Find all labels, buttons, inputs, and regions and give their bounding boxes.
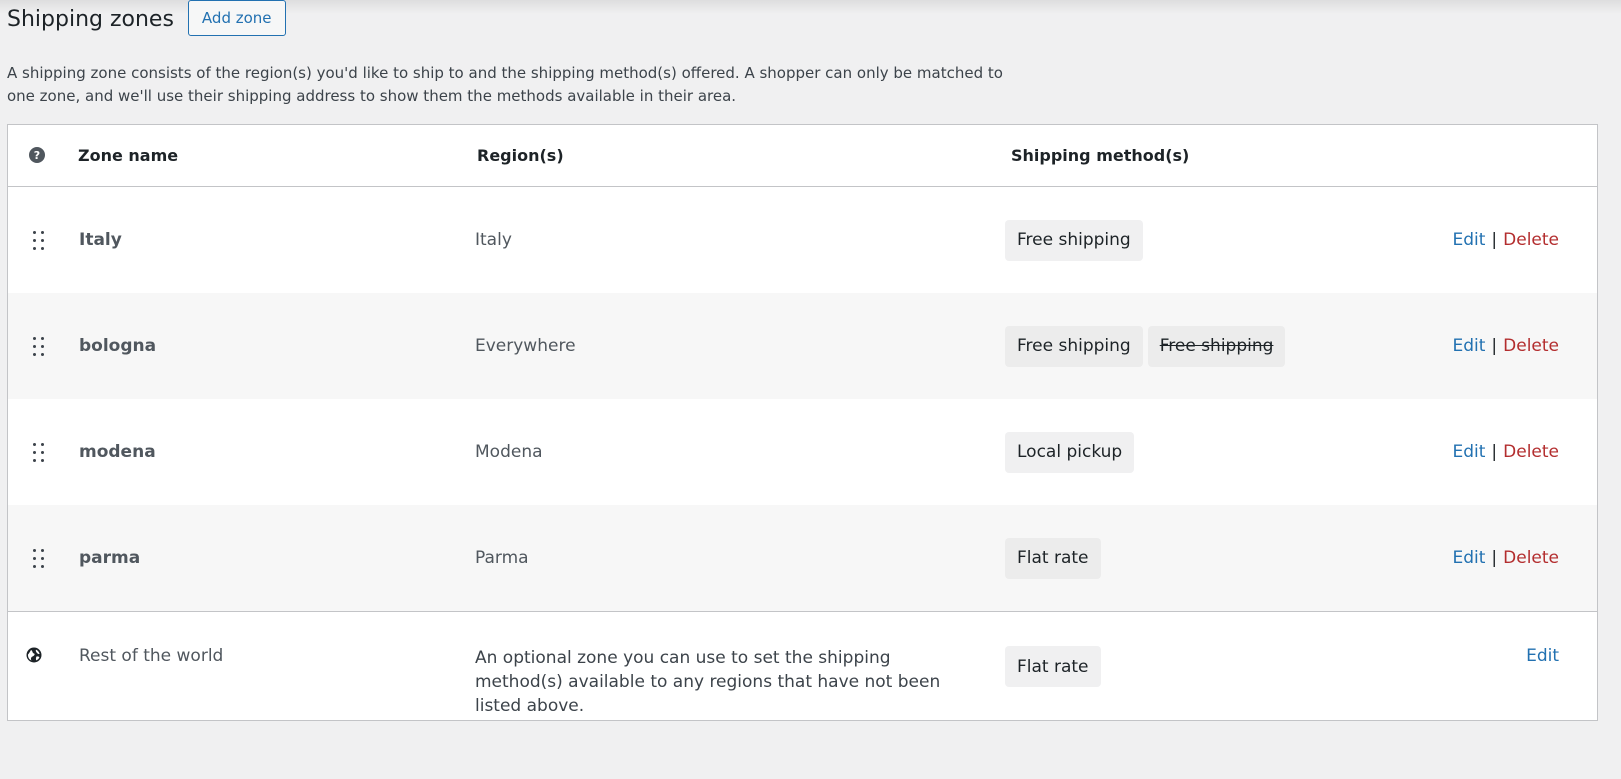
zone-shipping-methods: Local pickup — [1005, 399, 1135, 505]
delete-zone-link[interactable]: Delete — [1503, 230, 1559, 250]
zone-shipping-methods: Free shipping — [1005, 187, 1143, 293]
drag-handle-icon[interactable] — [33, 293, 44, 399]
edit-zone-link[interactable]: Edit — [1452, 442, 1485, 462]
zone-row-parma: parma Parma Flat rate Edit | Delete — [8, 505, 1597, 611]
column-header-zone-name: Zone name — [78, 146, 179, 165]
action-separator: | — [1491, 336, 1498, 356]
action-separator: | — [1491, 548, 1498, 568]
rest-of-world-actions: Edit — [1526, 646, 1559, 666]
rest-of-world-description: An optional zone you can use to set the … — [475, 648, 941, 716]
zone-actions: Edit | Delete — [1452, 187, 1559, 293]
drag-handle-icon[interactable] — [33, 187, 44, 293]
rest-of-world-edit-link[interactable]: Edit — [1526, 646, 1559, 666]
zone-actions: Edit | Delete — [1452, 293, 1559, 399]
page-header: Shipping zones Add zone — [7, 0, 286, 40]
shipping-method-pill: Free shipping — [1005, 325, 1143, 367]
table-header: ? Zone name Region(s) Shipping method(s) — [8, 125, 1597, 187]
zone-region: Everywhere — [475, 336, 576, 356]
help-icon[interactable]: ? — [29, 147, 45, 163]
rest-of-world-name: Rest of the world — [79, 646, 224, 666]
page-description: A shipping zone consists of the region(s… — [7, 64, 1003, 105]
zone-name: bologna — [79, 336, 157, 356]
delete-zone-link[interactable]: Delete — [1503, 442, 1559, 462]
rest-of-world-row: Rest of the world An optional zone you c… — [8, 611, 1597, 720]
edit-zone-link[interactable]: Edit — [1452, 336, 1485, 356]
page-title: Shipping zones — [7, 7, 174, 32]
action-separator: | — [1491, 230, 1498, 250]
globe-icon — [26, 647, 42, 663]
zone-actions: Edit | Delete — [1452, 399, 1559, 505]
edit-zone-link[interactable]: Edit — [1452, 548, 1485, 568]
column-header-shipping-methods: Shipping method(s) — [1011, 146, 1190, 165]
shipping-method-pill: Free shipping — [1005, 219, 1143, 261]
edit-zone-link[interactable]: Edit — [1452, 230, 1485, 250]
shipping-zones-table: ? Zone name Region(s) Shipping method(s)… — [7, 124, 1598, 721]
zone-actions: Edit | Delete — [1452, 505, 1559, 611]
zone-name: modena — [79, 442, 156, 462]
delete-zone-link[interactable]: Delete — [1503, 336, 1559, 356]
shipping-method-pill: Flat rate — [1005, 646, 1101, 687]
zone-row-italy: Italy Italy Free shipping Edit | Delete — [8, 187, 1597, 293]
delete-zone-link[interactable]: Delete — [1503, 548, 1559, 568]
drag-handle-icon[interactable] — [33, 399, 44, 505]
zone-name: parma — [79, 548, 141, 568]
zone-shipping-methods: Free shipping Free shipping — [1005, 293, 1286, 399]
zone-region: Italy — [475, 230, 512, 250]
table-body: Italy Italy Free shipping Edit | Delete bologn… — [8, 187, 1597, 611]
zone-region: Parma — [475, 548, 529, 568]
column-header-regions: Region(s) — [477, 146, 564, 165]
shipping-method-pill: Flat rate — [1005, 537, 1101, 579]
zone-shipping-methods: Flat rate — [1005, 505, 1101, 611]
drag-handle-icon[interactable] — [33, 505, 44, 611]
shipping-method-pill: Local pickup — [1005, 431, 1135, 473]
rest-of-world-methods: Flat rate — [1005, 646, 1101, 687]
zone-row-bologna: bologna Everywhere Free shipping Free shipp… — [8, 293, 1597, 399]
add-zone-button[interactable]: Add zone — [187, 0, 286, 36]
zone-row-modena: modena Modena Local pickup Edit | Delete — [8, 399, 1597, 505]
action-separator: | — [1491, 442, 1498, 462]
zone-region: Modena — [475, 442, 543, 462]
shipping-method-pill-disabled: Free shipping — [1147, 325, 1286, 367]
zone-name: Italy — [79, 230, 122, 250]
